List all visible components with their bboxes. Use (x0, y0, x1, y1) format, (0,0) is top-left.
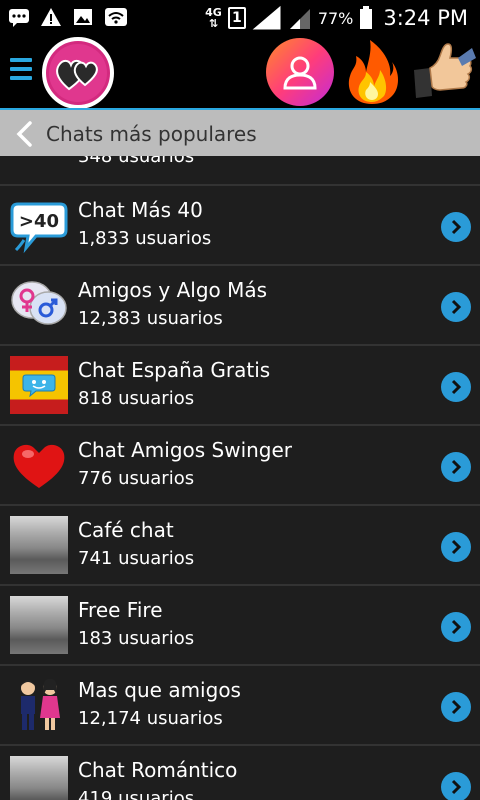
battery-icon (360, 6, 373, 29)
thumbs-up-icon[interactable] (410, 38, 478, 106)
wifi-icon (105, 8, 127, 26)
chat-title: Café chat (78, 518, 174, 542)
status-notifications (8, 6, 128, 28)
spain-flag-icon (10, 356, 68, 414)
network-type: 4G ⇅ (205, 6, 222, 30)
user-count: 1,833 usuarios (78, 228, 212, 249)
sim-indicator: 1 (227, 7, 246, 29)
user-count: 12,174 usuarios (78, 708, 223, 729)
chevron-right-icon[interactable] (441, 692, 471, 722)
chat-title: Chat España Gratis (78, 358, 271, 382)
chevron-right-icon[interactable] (441, 292, 471, 322)
landscape-photo (10, 756, 68, 800)
signal-icon (252, 5, 281, 30)
user-profile-icon[interactable] (266, 38, 334, 106)
user-count: 818 usuarios (78, 388, 195, 409)
chevron-right-icon[interactable] (441, 612, 471, 642)
heart-icon (13, 444, 65, 488)
plus40-bubble-icon: >40 (10, 202, 68, 254)
clock: 3:24 PM (383, 6, 468, 30)
chat-title: Chat Amigos Swinger (78, 438, 293, 462)
list-item[interactable]: Mas que amigos 12,174 usuarios (0, 666, 480, 746)
user-count: 776 usuarios (78, 468, 195, 489)
list-item[interactable]: Café chat 741 usuarios (0, 506, 480, 586)
chat-title: Chat Más 40 (78, 198, 203, 222)
chat-title: Free Fire (78, 598, 163, 622)
user-count: 12,383 usuarios (78, 308, 223, 329)
chevron-right-icon[interactable] (441, 452, 471, 482)
user-count: 348 usuarios (78, 156, 195, 167)
gender-bubbles-icon (11, 281, 67, 325)
landscape-photo (10, 516, 68, 574)
page-title: Chats más populares (46, 122, 257, 146)
back-chevron-icon[interactable] (14, 120, 34, 148)
list-item[interactable]: Chat Amigos Swinger 776 usuarios (0, 426, 480, 506)
chevron-right-icon[interactable] (441, 212, 471, 242)
status-bar: 4G ⇅ 1 77% 3:24 PM (0, 0, 480, 36)
chat-notification-icon (9, 9, 29, 27)
warning-icon (41, 8, 61, 26)
user-count: 419 usuarios (78, 788, 195, 800)
signal-2-icon (289, 9, 310, 29)
user-count: 741 usuarios (78, 548, 195, 569)
section-header: Chats más populares (0, 108, 480, 156)
chevron-right-icon[interactable] (441, 372, 471, 402)
chevron-right-icon[interactable] (441, 532, 471, 562)
battery-percent: 77% (317, 8, 354, 28)
list-item[interactable]: Chat España Gratis 818 usuarios (0, 346, 480, 426)
list-item[interactable]: Amigos y Algo Más 12,383 usuarios (0, 266, 480, 346)
status-system: 4G ⇅ 1 77% 3:24 PM (205, 0, 468, 36)
chat-title: Chat Romántico (78, 758, 238, 782)
landscape-photo (10, 596, 68, 654)
chevron-right-icon[interactable] (441, 772, 471, 800)
chat-title: Mas que amigos (78, 678, 241, 702)
couple-icon (21, 678, 60, 730)
user-count: 183 usuarios (78, 628, 195, 649)
list-item[interactable]: 348 usuarios (0, 156, 480, 186)
list-item[interactable]: Chat Romántico 419 usuarios (0, 746, 480, 800)
hearts-logo-icon[interactable] (42, 37, 114, 109)
chat-title: Amigos y Algo Más (78, 278, 268, 302)
app-bar (0, 36, 480, 109)
svg-text:>40: >40 (19, 211, 59, 232)
chat-list[interactable]: 348 usuarios >40 Chat Más 40 1,833 usuar… (0, 156, 480, 800)
list-item[interactable]: >40 Chat Más 40 1,833 usuarios (0, 186, 480, 266)
fire-icon[interactable] (340, 38, 408, 106)
list-item[interactable]: Free Fire 183 usuarios (0, 586, 480, 666)
image-icon (74, 9, 92, 25)
menu-icon[interactable] (10, 58, 32, 84)
